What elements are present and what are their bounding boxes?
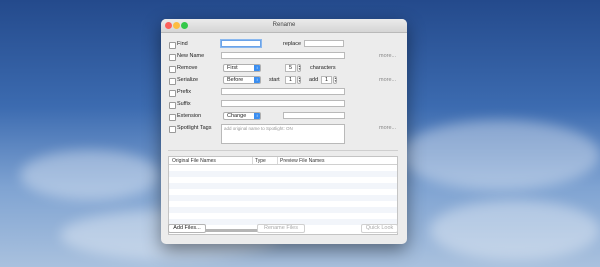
new-name-more-link[interactable]: more...	[379, 53, 396, 59]
serialize-checkbox[interactable]	[169, 78, 176, 85]
serialize-start-label: start	[269, 77, 280, 83]
table-row	[169, 183, 397, 189]
suffix-checkbox[interactable]	[169, 102, 176, 109]
spotlight-more-link[interactable]: more...	[379, 125, 396, 131]
extension-input[interactable]	[283, 112, 345, 119]
window-title: Rename	[272, 22, 296, 28]
suffix-label: Suffix	[177, 101, 191, 107]
prefix-checkbox[interactable]	[169, 90, 176, 97]
spotlight-tags-placeholder: add original name to Spotlight: ON	[224, 126, 293, 131]
extension-label: Extension	[177, 113, 202, 119]
table-row	[169, 171, 397, 177]
column-header-type[interactable]: Type	[255, 158, 266, 164]
spotlight-tags-input[interactable]: add original name to Spotlight: ON	[221, 124, 345, 144]
remove-count-stepper[interactable]: ▲ ▼	[297, 64, 301, 72]
quick-look-button[interactable]: Quick Look	[361, 224, 398, 233]
chevron-updown-icon: ↕	[254, 113, 260, 119]
serialize-start-stepper[interactable]: ▲ ▼	[297, 76, 301, 84]
serialize-position-value: Before	[227, 77, 244, 83]
column-divider	[252, 157, 253, 164]
add-files-button[interactable]: Add Files...	[168, 224, 206, 233]
table-header: Original File Names Type Preview File Na…	[169, 157, 397, 165]
find-label: Find	[177, 41, 188, 47]
remove-count-field[interactable]: 5	[285, 64, 296, 72]
serialize-start-field[interactable]: 1	[285, 76, 296, 84]
spotlight-tags-checkbox[interactable]	[169, 126, 176, 133]
sky-cloud	[430, 200, 600, 260]
serialize-add-field[interactable]: 1	[321, 76, 332, 84]
table-row	[169, 195, 397, 201]
table-row	[169, 207, 397, 213]
new-name-checkbox[interactable]	[169, 54, 176, 61]
replace-input[interactable]	[304, 40, 344, 47]
sky-cloud	[400, 120, 600, 190]
spotlight-tags-label: Spotlight Tags	[177, 125, 212, 131]
serialize-label: Serialize	[177, 77, 199, 83]
find-checkbox[interactable]	[169, 42, 176, 49]
rename-window: Rename Find replace New Name more... Rem…	[161, 19, 407, 244]
prefix-label: Prefix	[177, 89, 192, 95]
new-name-input[interactable]	[221, 52, 345, 59]
column-header-original[interactable]: Original File Names	[172, 158, 216, 164]
chevron-updown-icon: ↕	[254, 65, 260, 71]
rename-files-button[interactable]: Rename Files	[257, 224, 305, 233]
section-divider	[168, 150, 398, 151]
title-bar[interactable]: Rename	[161, 19, 407, 33]
remove-position-select[interactable]: First ↕	[223, 64, 261, 72]
remove-unit-label: characters	[310, 65, 336, 71]
replace-label: replace	[283, 41, 302, 47]
prefix-input[interactable]	[221, 88, 345, 95]
suffix-input[interactable]	[221, 100, 345, 107]
serialize-more-link[interactable]: more...	[379, 77, 396, 83]
column-divider	[277, 157, 278, 164]
serialize-position-select[interactable]: Before ↕	[223, 76, 261, 84]
serialize-add-stepper[interactable]: ▲ ▼	[333, 76, 337, 84]
extension-mode-select[interactable]: Change ↕	[223, 112, 261, 120]
column-header-preview[interactable]: Preview File Names	[280, 158, 324, 164]
chevron-updown-icon: ↕	[254, 77, 260, 83]
find-input[interactable]	[221, 40, 261, 47]
extension-checkbox[interactable]	[169, 114, 176, 121]
new-name-label: New Name	[177, 53, 205, 59]
extension-mode-value: Change	[227, 113, 247, 119]
remove-checkbox[interactable]	[169, 66, 176, 73]
serialize-add-label: add	[309, 77, 319, 83]
sky-cloud	[20, 150, 160, 200]
remove-label: Remove	[177, 65, 198, 71]
remove-position-value: First	[227, 65, 238, 71]
